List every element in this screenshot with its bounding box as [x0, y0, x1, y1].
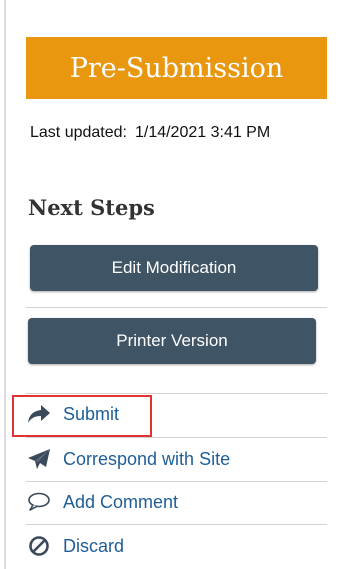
add-comment-link[interactable]: Add Comment: [26, 481, 327, 523]
last-updated: Last updated: 1/14/2021 3:41 PM: [30, 124, 270, 142]
correspond-with-site-link[interactable]: Correspond with Site: [26, 438, 327, 480]
divider: [26, 307, 327, 308]
printer-version-button[interactable]: Printer Version: [28, 318, 316, 364]
left-border: [4, 0, 6, 569]
last-updated-value: 1/14/2021 3:41 PM: [134, 124, 271, 141]
comment-bubble-icon: [26, 489, 52, 515]
highlight-box: [12, 395, 152, 437]
correspond-with-site-label: Correspond with Site: [63, 448, 231, 469]
last-updated-label: Last updated:: [30, 124, 127, 141]
discard-icon: [26, 533, 52, 559]
discard-label: Discard: [63, 535, 125, 556]
next-steps-heading: Next Steps: [28, 195, 155, 220]
add-comment-label: Add Comment: [63, 491, 179, 512]
status-banner: Pre-Submission: [26, 37, 327, 99]
status-label: Pre-Submission: [69, 52, 284, 84]
edit-modification-button[interactable]: Edit Modification: [30, 245, 318, 291]
discard-link[interactable]: Discard: [26, 525, 327, 567]
paper-plane-icon: [26, 446, 52, 472]
